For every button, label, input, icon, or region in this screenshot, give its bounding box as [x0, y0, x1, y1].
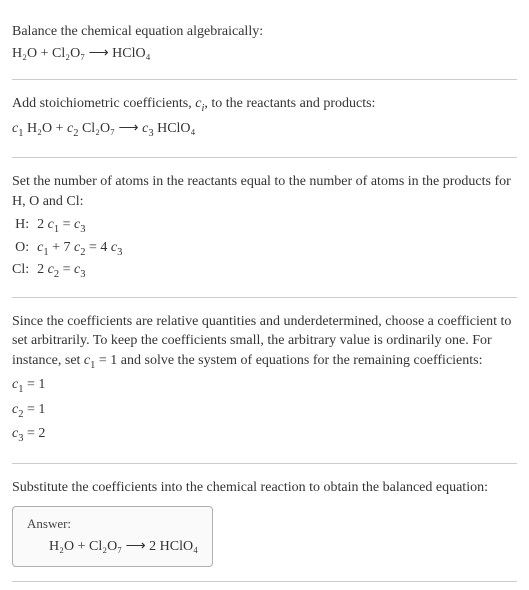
section-solve: Since the coefficients are relative quan…	[12, 298, 517, 464]
solve-intro-b: = 1 and solve the system of equations fo…	[95, 353, 482, 368]
o-mid: = 4	[85, 240, 110, 255]
coeff-intro-a: Add stoichiometric coefficients,	[12, 96, 195, 111]
section-prompt: Balance the chemical equation algebraica…	[12, 8, 517, 80]
h-c3s: 3	[80, 224, 85, 235]
hclo4-part: HClO₄	[154, 121, 196, 136]
o-c3s: 3	[117, 247, 122, 258]
r3-v: = 2	[23, 426, 45, 441]
h2o-part: H₂O +	[23, 121, 67, 136]
coeff-intro-b: , to the reactants and products:	[204, 96, 375, 111]
row-h-label: H:	[12, 215, 37, 237]
balance-intro: Set the number of atoms in the reactants…	[12, 172, 517, 211]
row-h: H: 2 c1 = c3	[12, 215, 122, 237]
row-h-eq: 2 c1 = c3	[37, 215, 122, 237]
solve-r3: c3 = 2	[12, 424, 517, 446]
row-o-label: O:	[12, 238, 37, 260]
solve-r2: c2 = 1	[12, 400, 517, 422]
answer-label: Answer:	[27, 515, 198, 533]
r2-v: = 1	[23, 402, 45, 417]
answer-equation: H₂O + Cl₂O₇ ⟶ 2 HClO₄	[27, 537, 198, 557]
cl2o7-part: Cl₂O₇ ⟶	[78, 121, 142, 136]
coeff-equation: c1 H₂O + c2 Cl₂O₇ ⟶ c3 HClO₄	[12, 119, 517, 141]
answer-box: Answer: H₂O + Cl₂O₇ ⟶ 2 HClO₄	[12, 506, 213, 568]
o-plus: + 7	[49, 240, 74, 255]
cl-c3s: 3	[80, 269, 85, 280]
prompt-text: Balance the chemical equation algebraica…	[12, 22, 517, 42]
prompt-equation: H₂O + Cl₂O₇ ⟶ HClO₄	[12, 44, 517, 64]
h-mid: =	[59, 217, 74, 232]
solve-r1: c1 = 1	[12, 375, 517, 397]
coeff-intro: Add stoichiometric coefficients, ci, to …	[12, 94, 517, 116]
h-2: 2	[37, 217, 48, 232]
balance-table: H: 2 c1 = c3 O: c1 + 7 c2 = 4 c3 Cl: 2 c…	[12, 215, 122, 282]
row-cl-label: Cl:	[12, 260, 37, 282]
row-o: O: c1 + 7 c2 = 4 c3	[12, 238, 122, 260]
cl-mid: =	[59, 262, 74, 277]
row-cl-eq: 2 c2 = c3	[37, 260, 122, 282]
cl-2: 2	[37, 262, 48, 277]
row-o-eq: c1 + 7 c2 = 4 c3	[37, 238, 122, 260]
section-answer: Substitute the coefficients into the che…	[12, 464, 517, 582]
row-cl: Cl: 2 c2 = c3	[12, 260, 122, 282]
section-coefficients: Add stoichiometric coefficients, ci, to …	[12, 80, 517, 158]
r1-v: = 1	[23, 377, 45, 392]
solve-intro: Since the coefficients are relative quan…	[12, 312, 517, 374]
section-atom-balance: Set the number of atoms in the reactants…	[12, 158, 517, 298]
answer-intro: Substitute the coefficients into the che…	[12, 478, 517, 498]
